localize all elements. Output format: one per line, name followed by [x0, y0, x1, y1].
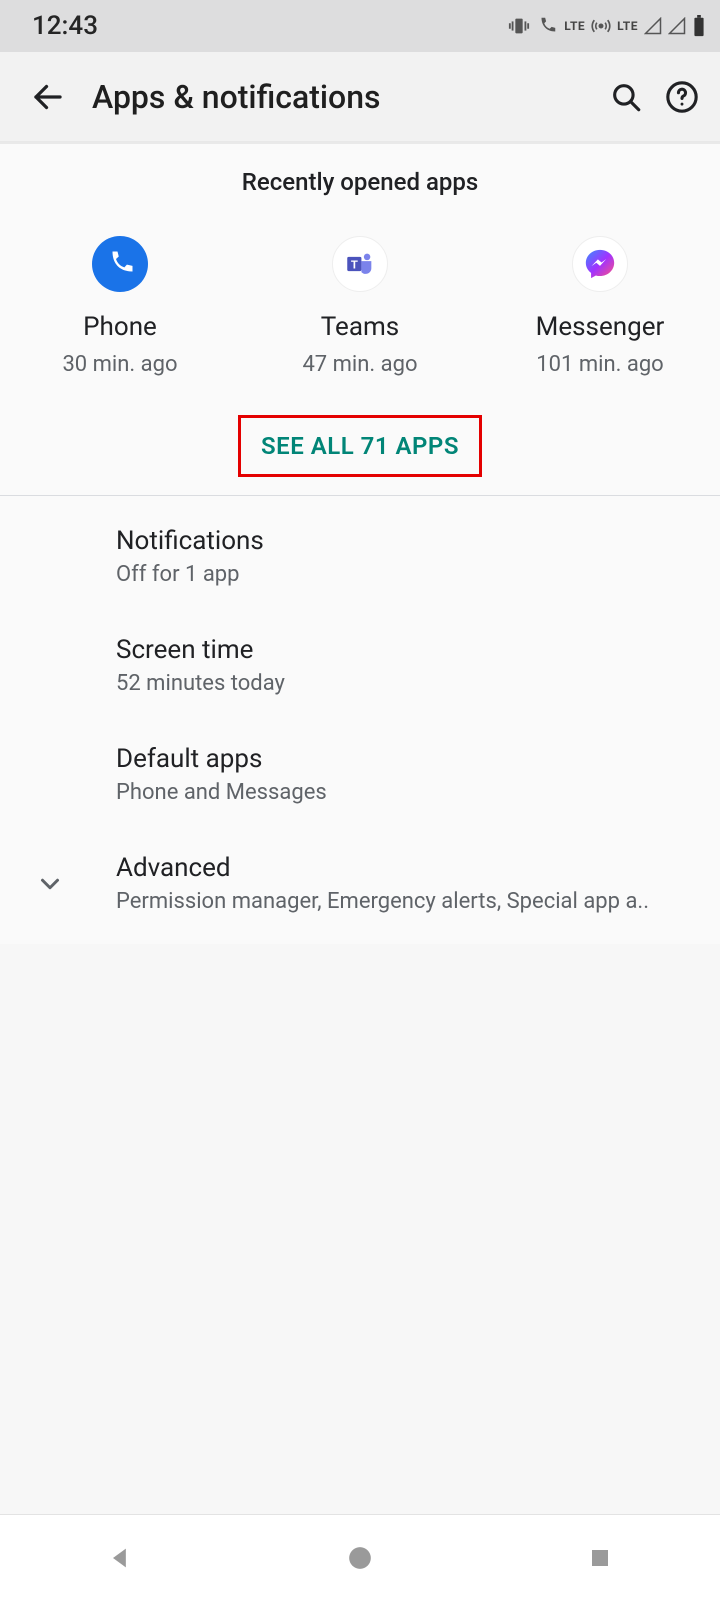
system-nav-bar [0, 1514, 720, 1600]
search-icon [609, 80, 643, 114]
lte-label-1: LTE [564, 19, 585, 33]
signal-icon-2 [668, 17, 686, 35]
recent-app-subtitle: 47 min. ago [302, 352, 417, 377]
svg-text:T: T [351, 257, 358, 271]
nav-back-button[interactable] [60, 1528, 180, 1588]
see-all-apps-button[interactable]: SEE ALL 71 APPS [238, 415, 482, 477]
circle-home-icon [347, 1545, 373, 1571]
settings-item-default-apps[interactable]: Default apps Phone and Messages [0, 720, 720, 829]
search-button[interactable] [598, 69, 654, 125]
recent-app-name: Messenger [536, 312, 665, 342]
status-bar: 12:43 LTE LTE [0, 0, 720, 52]
settings-item-notifications[interactable]: Notifications Off for 1 app [0, 502, 720, 611]
back-button[interactable] [18, 67, 78, 127]
square-recents-icon [588, 1546, 612, 1570]
see-all-wrap: SEE ALL 71 APPS [0, 415, 720, 495]
list-item-subtitle: Phone and Messages [116, 780, 327, 805]
expand-icon-slot [30, 864, 70, 904]
settings-item-advanced[interactable]: Advanced Permission manager, Emergency a… [0, 829, 720, 938]
nav-home-button[interactable] [300, 1528, 420, 1588]
recent-app-messenger[interactable]: Messenger 101 min. ago [490, 236, 710, 377]
recent-app-name: Phone [83, 312, 157, 342]
vibrate-icon [508, 15, 530, 37]
list-item-title: Screen time [116, 635, 285, 665]
list-item-subtitle: Off for 1 app [116, 562, 264, 587]
recent-app-teams[interactable]: T Teams 47 min. ago [250, 236, 470, 377]
signal-icon-1 [644, 17, 662, 35]
page-title: Apps & notifications [92, 78, 598, 116]
messenger-app-icon [572, 236, 628, 292]
recent-app-subtitle: 101 min. ago [536, 352, 663, 377]
help-icon [665, 80, 699, 114]
hotspot-icon [591, 16, 611, 36]
triangle-back-icon [106, 1544, 134, 1572]
list-item-subtitle: Permission manager, Emergency alerts, Sp… [116, 889, 649, 914]
wifi-calling-icon [536, 15, 558, 37]
arrow-left-icon [30, 79, 66, 115]
app-bar: Apps & notifications [0, 52, 720, 142]
recent-app-subtitle: 30 min. ago [62, 352, 177, 377]
list-item-title: Notifications [116, 526, 264, 556]
recent-apps-header: Recently opened apps [0, 144, 720, 206]
settings-item-screen-time[interactable]: Screen time 52 minutes today [0, 611, 720, 720]
recent-app-phone[interactable]: Phone 30 min. ago [10, 236, 230, 377]
list-item-subtitle: 52 minutes today [116, 671, 285, 696]
settings-list: Notifications Off for 1 app Screen time … [0, 496, 720, 944]
status-icons: LTE LTE [508, 15, 706, 37]
recent-app-name: Teams [321, 312, 399, 342]
status-time: 12:43 [32, 11, 98, 41]
battery-icon [692, 15, 706, 37]
lte-label-2: LTE [617, 19, 638, 33]
phone-app-icon [92, 236, 148, 292]
recent-apps-row: Phone 30 min. ago T Teams 47 min. ago Me… [0, 206, 720, 403]
list-item-title: Default apps [116, 744, 327, 774]
help-button[interactable] [654, 69, 710, 125]
teams-app-icon: T [332, 236, 388, 292]
chevron-down-icon [35, 869, 65, 899]
list-item-title: Advanced [116, 853, 649, 883]
nav-recents-button[interactable] [540, 1528, 660, 1588]
content: Recently opened apps Phone 30 min. ago T… [0, 144, 720, 944]
